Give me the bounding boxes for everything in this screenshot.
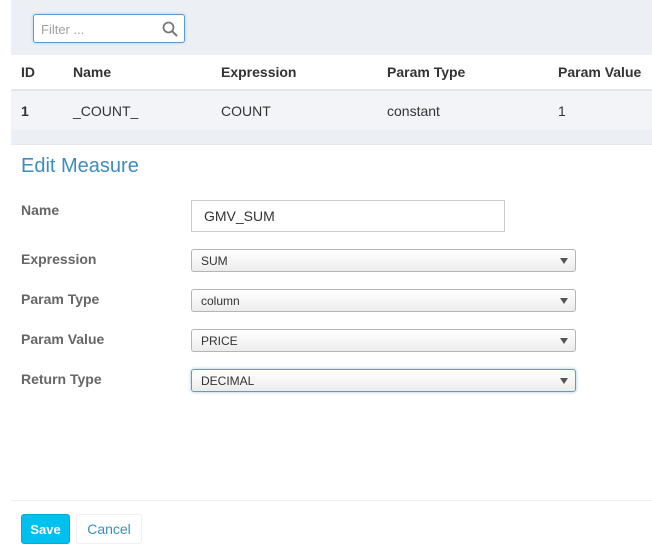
column-header-id[interactable]: ID bbox=[21, 55, 35, 89]
param-type-select-value: column bbox=[201, 293, 240, 308]
chevron-down-icon bbox=[560, 378, 568, 384]
cell-expression: COUNT bbox=[221, 102, 271, 119]
cancel-button[interactable]: Cancel bbox=[76, 514, 142, 544]
column-header-expression[interactable]: Expression bbox=[221, 55, 296, 89]
cell-param-type: constant bbox=[387, 102, 440, 119]
expression-select-value: SUM bbox=[201, 253, 228, 268]
cell-name: _COUNT_ bbox=[73, 102, 139, 119]
name-input-value: GMV_SUM bbox=[204, 208, 275, 224]
param-value-select[interactable]: PRICE bbox=[191, 329, 576, 352]
column-header-param-value[interactable]: Param Value bbox=[558, 55, 641, 89]
cell-param-value: 1 bbox=[558, 102, 566, 119]
section-divider bbox=[11, 130, 652, 144]
chevron-down-icon bbox=[560, 298, 568, 304]
name-input[interactable]: GMV_SUM bbox=[191, 200, 505, 232]
name-label: Name bbox=[21, 202, 60, 218]
measures-page: ID Name Expression Param Type Param Valu… bbox=[0, 0, 652, 551]
return-type-label: Return Type bbox=[21, 371, 102, 387]
table-row[interactable]: 1 _COUNT_ COUNT constant 1 bbox=[11, 91, 652, 130]
edit-measure-panel: Edit Measure Name GMV_SUM Expression SUM… bbox=[11, 144, 652, 551]
cell-id: 1 bbox=[21, 102, 29, 119]
column-header-name[interactable]: Name bbox=[73, 55, 111, 89]
param-value-select-value: PRICE bbox=[201, 333, 238, 348]
filter-bar bbox=[11, 0, 652, 55]
expression-label: Expression bbox=[21, 251, 97, 267]
column-header-param-type[interactable]: Param Type bbox=[387, 55, 465, 89]
filter-box[interactable] bbox=[33, 14, 185, 43]
param-type-label: Param Type bbox=[21, 291, 100, 307]
filter-input[interactable] bbox=[41, 20, 159, 38]
footer-divider bbox=[11, 500, 652, 501]
table-header: ID Name Expression Param Type Param Valu… bbox=[11, 55, 652, 91]
chevron-down-icon bbox=[560, 338, 568, 344]
param-type-select[interactable]: column bbox=[191, 289, 576, 312]
param-value-label: Param Value bbox=[21, 331, 105, 347]
return-type-select-value: DECIMAL bbox=[201, 373, 255, 388]
panel-title: Edit Measure bbox=[21, 155, 139, 177]
search-icon[interactable] bbox=[162, 21, 178, 37]
measures-table: ID Name Expression Param Type Param Valu… bbox=[11, 55, 652, 130]
expression-select[interactable]: SUM bbox=[191, 249, 576, 272]
chevron-down-icon bbox=[560, 258, 568, 264]
return-type-select[interactable]: DECIMAL bbox=[191, 369, 576, 392]
save-button[interactable]: Save bbox=[21, 514, 70, 544]
